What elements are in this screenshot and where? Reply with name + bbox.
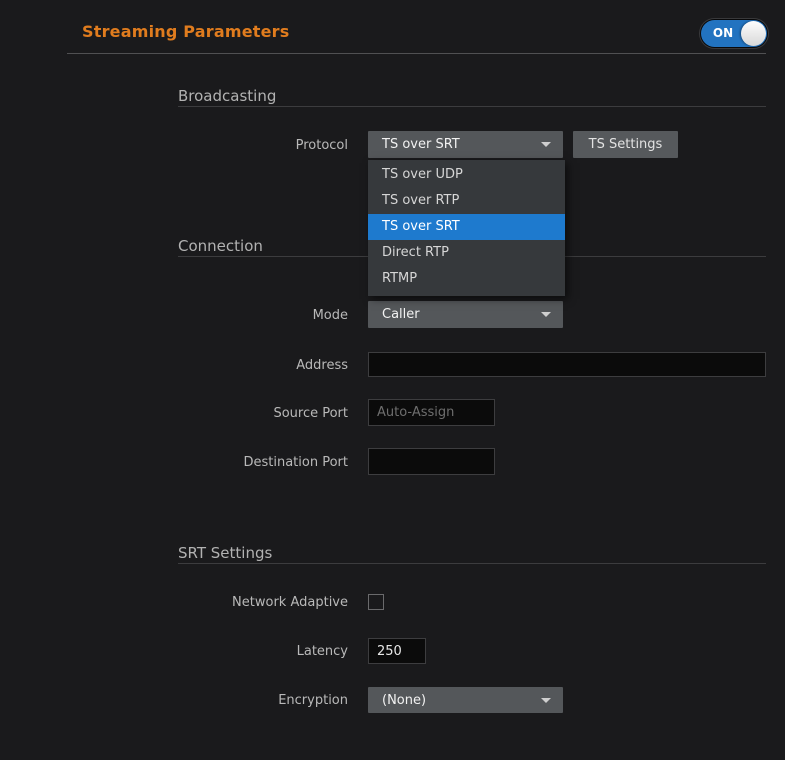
mode-select[interactable]: Caller (368, 301, 563, 328)
chevron-down-icon (541, 142, 551, 147)
section-title-srt-settings: SRT Settings (178, 544, 272, 562)
page-title: Streaming Parameters (82, 22, 290, 41)
menu-item-rtmp[interactable]: RTMP (368, 266, 565, 292)
header-divider (67, 53, 766, 54)
encryption-select-value: (None) (382, 693, 426, 708)
section-divider-broadcasting (178, 106, 766, 107)
streaming-on-toggle[interactable]: ON (701, 20, 767, 47)
section-title-connection: Connection (178, 237, 263, 255)
destination-port-label: Destination Port (0, 455, 348, 470)
address-input[interactable] (368, 352, 766, 377)
latency-input[interactable] (368, 638, 426, 664)
protocol-select-value: TS over SRT (382, 137, 460, 152)
ts-settings-button[interactable]: TS Settings (573, 131, 678, 158)
source-port-input[interactable] (368, 399, 495, 426)
chevron-down-icon (541, 312, 551, 317)
address-label: Address (0, 358, 348, 373)
encryption-label: Encryption (0, 693, 348, 708)
encryption-select[interactable]: (None) (368, 687, 563, 713)
menu-item-ts-over-udp[interactable]: TS over UDP (368, 162, 565, 188)
chevron-down-icon (541, 698, 551, 703)
mode-select-value: Caller (382, 307, 420, 322)
latency-label: Latency (0, 644, 348, 659)
protocol-label: Protocol (0, 138, 348, 153)
source-port-label: Source Port (0, 406, 348, 421)
destination-port-input[interactable] (368, 448, 495, 475)
streaming-parameters-panel: Streaming Parameters ON Broadcasting Pro… (0, 0, 785, 760)
menu-item-ts-over-rtp[interactable]: TS over RTP (368, 188, 565, 214)
protocol-select[interactable]: TS over SRT (368, 131, 563, 158)
menu-item-ts-over-srt[interactable]: TS over SRT (368, 214, 565, 240)
toggle-knob-icon (741, 21, 766, 46)
network-adaptive-checkbox[interactable] (368, 594, 384, 610)
mode-label: Mode (0, 308, 348, 323)
section-title-broadcasting: Broadcasting (178, 87, 276, 105)
menu-item-direct-rtp[interactable]: Direct RTP (368, 240, 565, 266)
section-divider-srt-settings (178, 563, 766, 564)
toggle-on-label: ON (701, 20, 745, 47)
network-adaptive-label: Network Adaptive (0, 595, 348, 610)
protocol-dropdown-menu: TS over UDP TS over RTP TS over SRT Dire… (368, 160, 565, 296)
